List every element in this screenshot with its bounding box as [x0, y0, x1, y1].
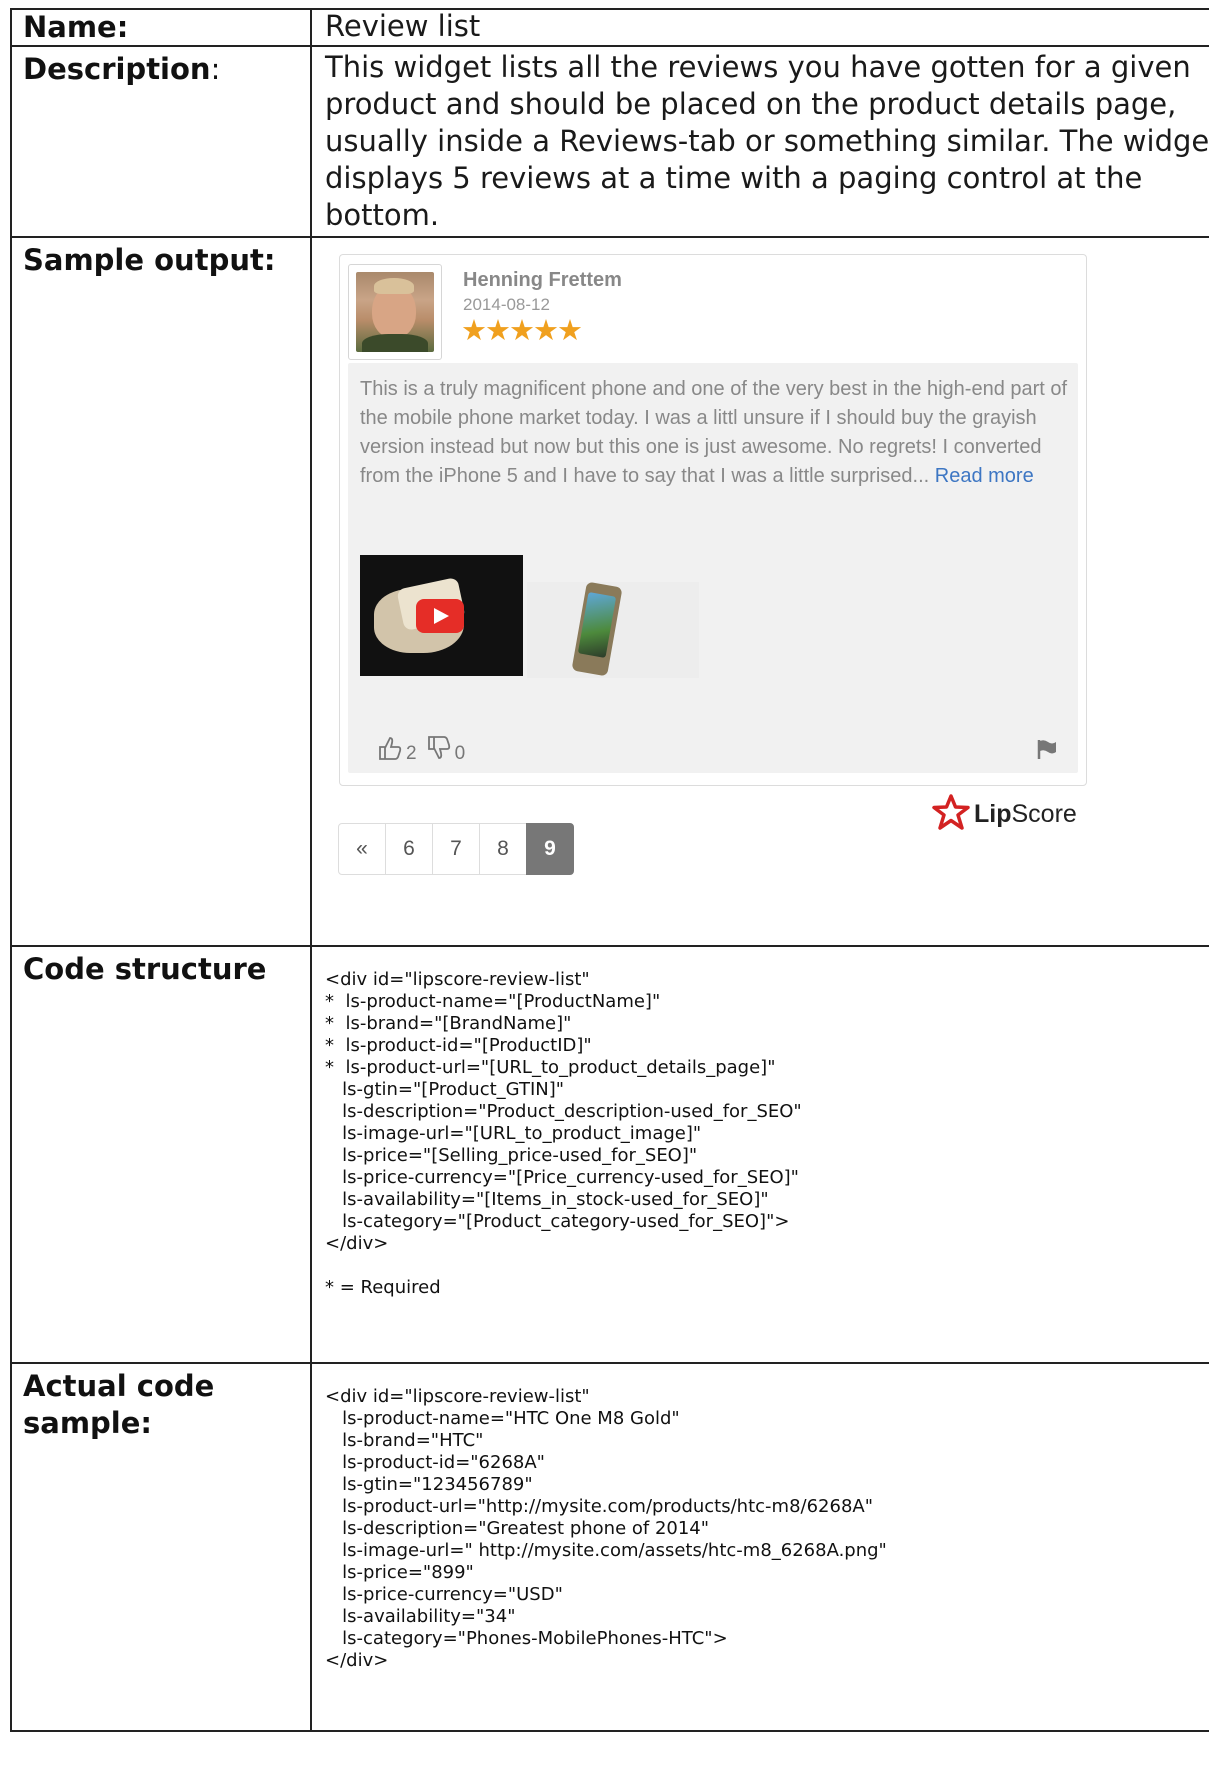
code-line: ls-brand="HTC"	[325, 1430, 484, 1451]
lipscore-logo-score: Score	[1011, 799, 1077, 828]
star-rating: ★★★★★	[461, 313, 583, 347]
review-text-block: This is a truly magnificent phone and on…	[360, 375, 1070, 491]
read-more-link[interactable]: Read more	[935, 465, 1034, 487]
video-thumbnail[interactable]	[360, 555, 523, 676]
row-actual-code: Actual code sample: <div id="lipscore-re…	[10, 1362, 1209, 1732]
pager-page-7[interactable]: 7	[432, 823, 480, 875]
pagination: « 6 7 8 9	[338, 823, 574, 875]
code-line: ls-description="Greatest phone of 2014"	[325, 1518, 710, 1539]
code-line: * ls-brand="[BrandName]"	[325, 1013, 572, 1034]
description-colon: :	[210, 52, 221, 86]
name-value: Review list	[310, 8, 1209, 47]
code-line: ls-description="Product_description-used…	[325, 1101, 802, 1122]
product-image-thumbnail[interactable]	[527, 581, 699, 678]
code-structure-block: <div id="lipscore-review-list" * ls-prod…	[310, 945, 1209, 1364]
code-line: ls-product-id="6268A"	[325, 1452, 545, 1473]
description-value: This widget lists all the reviews you ha…	[310, 45, 1209, 238]
lipscore-logo: Lip Score	[932, 794, 1077, 834]
avatar	[348, 264, 442, 360]
code-line: ls-image-url="[URL_to_product_image]"	[325, 1123, 702, 1144]
code-line: ls-gtin="123456789"	[325, 1474, 533, 1495]
code-line: ls-availability="[Items_in_stock-used_fo…	[325, 1189, 769, 1210]
code-line: <div id="lipscore-review-list"	[325, 969, 590, 990]
code-line: ls-price="[Selling_price-used_for_SEO]"	[325, 1145, 698, 1166]
upvote-count: 2	[406, 742, 417, 764]
code-line: </div>	[325, 1650, 389, 1671]
required-note: * = Required	[325, 1277, 441, 1298]
sample-output-cell: Henning Frettem 2014-08-12 ★★★★★ This is…	[310, 236, 1209, 947]
code-line: ls-category="Phones-MobilePhones-HTC">	[325, 1628, 728, 1649]
code-line: ls-image-url=" http://mysite.com/assets/…	[325, 1540, 887, 1561]
flag-icon[interactable]	[1036, 737, 1058, 767]
code-line: ls-gtin="[Product_GTIN]"	[325, 1079, 565, 1100]
code-line: * ls-product-id="[ProductID]"	[325, 1035, 592, 1056]
downvote-count: 0	[454, 742, 466, 764]
review-body: This is a truly magnificent phone and on…	[348, 363, 1078, 773]
avatar-photo	[356, 272, 434, 352]
vote-bar: 2 0	[378, 735, 475, 768]
spec-table: Name: Review list Description: This widg…	[10, 8, 1209, 1732]
code-line: ls-category="[Product_category-used_for_…	[325, 1211, 790, 1232]
sample-label: Sample output:	[10, 236, 312, 947]
actual-code-block: <div id="lipscore-review-list" ls-produc…	[310, 1362, 1209, 1732]
review-card: Henning Frettem 2014-08-12 ★★★★★ This is…	[339, 254, 1087, 786]
row-sample: Sample output: Henning Frettem 2014-08-1…	[10, 236, 1209, 947]
description-label: Description	[23, 52, 211, 86]
actual-code-label: Actual code sample:	[10, 1362, 312, 1732]
reviewer-name: Henning Frettem	[463, 269, 622, 291]
description-label-cell: Description:	[10, 45, 312, 238]
lipscore-star-icon	[932, 794, 970, 834]
row-code-structure: Code structure <div id="lipscore-review-…	[10, 945, 1209, 1364]
play-icon[interactable]	[416, 599, 464, 633]
pager-page-6[interactable]: 6	[385, 823, 433, 875]
thumbs-up-icon[interactable]	[378, 735, 402, 768]
pager-page-9-active[interactable]: 9	[526, 823, 574, 875]
code-line: * ls-product-url="[URL_to_product_detail…	[325, 1057, 776, 1078]
code-line: ls-availability="34"	[325, 1606, 516, 1627]
row-name: Name: Review list	[10, 8, 1209, 47]
code-line: <div id="lipscore-review-list"	[325, 1386, 590, 1407]
code-line: ls-price="899"	[325, 1562, 474, 1583]
code-line: </div>	[325, 1233, 389, 1254]
code-line: * ls-product-name="[ProductName]"	[325, 991, 661, 1012]
pager-page-8[interactable]: 8	[479, 823, 527, 875]
code-line: ls-product-name="HTC One M8 Gold"	[325, 1408, 680, 1429]
thumbs-down-icon[interactable]	[427, 735, 451, 768]
code-line: ls-price-currency="[Price_currency-used_…	[325, 1167, 799, 1188]
code-structure-label: Code structure	[10, 945, 312, 1364]
pager-prev[interactable]: «	[338, 823, 386, 875]
name-label: Name:	[10, 8, 312, 47]
lipscore-logo-lip: Lip	[974, 799, 1012, 828]
review-date: 2014-08-12	[463, 295, 550, 314]
code-line: ls-product-url="http://mysite.com/produc…	[325, 1496, 873, 1517]
row-description: Description: This widget lists all the r…	[10, 45, 1209, 238]
code-line: ls-price-currency="USD"	[325, 1584, 563, 1605]
